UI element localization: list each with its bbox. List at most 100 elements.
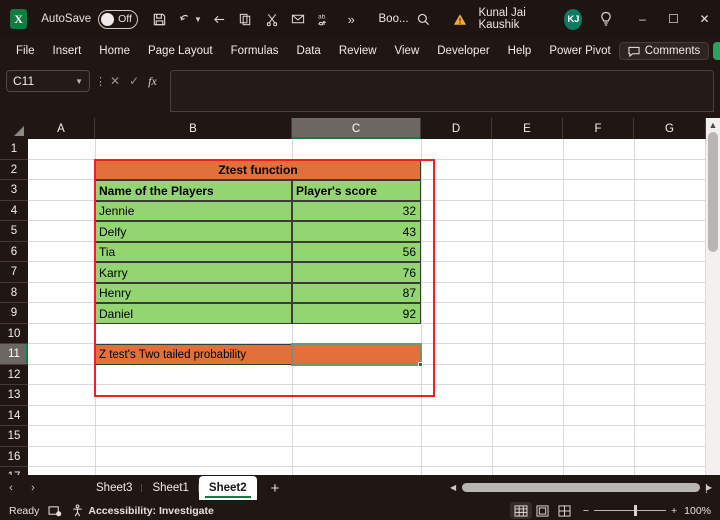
maximize-button[interactable]: ☐ [658, 0, 689, 38]
zoom-track[interactable] [594, 505, 666, 516]
column-header-B[interactable]: B [95, 118, 292, 139]
cell-header-name-of-players[interactable]: Name of the Players [95, 180, 292, 201]
cell-player-score-6[interactable]: 92 [292, 303, 421, 324]
row-header-11[interactable]: 11 [0, 344, 28, 365]
cell-result-value[interactable] [292, 344, 421, 365]
autosave-toggle[interactable]: Off [98, 9, 139, 29]
row-header-13[interactable]: 13 [0, 385, 28, 406]
sheet-canvas[interactable]: Ztest function Name of the Players Playe… [28, 139, 706, 475]
tab-page-layout[interactable]: Page Layout [140, 43, 221, 59]
macro-record-icon[interactable] [48, 505, 62, 517]
more-commands-icon[interactable]: » [340, 6, 362, 32]
row-header-3[interactable]: 3 [0, 180, 28, 201]
scroll-right-icon[interactable]: ▶ [706, 483, 712, 492]
copy-icon[interactable] [234, 6, 256, 32]
sheet-tab-sheet2[interactable]: Sheet2 [198, 476, 257, 500]
cancel-formula-icon[interactable]: ✕ [110, 74, 120, 88]
tab-data[interactable]: Data [289, 43, 329, 59]
next-sheet-icon[interactable]: › [22, 482, 44, 494]
sheet-tab-sheet3[interactable]: Sheet3 [86, 479, 143, 497]
tab-power-pivot[interactable]: Power Pivot [541, 43, 618, 59]
share-button[interactable]: ▼ [713, 42, 720, 60]
vertical-scroll-thumb[interactable] [708, 132, 718, 252]
cut-icon[interactable] [261, 6, 283, 32]
cell-player-name-6[interactable]: Daniel [95, 303, 292, 324]
cell-player-name-1[interactable]: Jennie [95, 201, 292, 221]
column-header-E[interactable]: E [492, 118, 563, 139]
row-header-7[interactable]: 7 [0, 262, 28, 283]
cell-player-name-4[interactable]: Karry [95, 262, 292, 283]
row-header-8[interactable]: 8 [0, 283, 28, 303]
scroll-left-icon[interactable]: ◀ [450, 483, 456, 492]
page-break-view-button[interactable] [554, 502, 576, 519]
column-header-A[interactable]: A [28, 118, 95, 139]
row-header-4[interactable]: 4 [0, 201, 28, 221]
tab-view[interactable]: View [387, 43, 428, 59]
row-header-14[interactable]: 14 [0, 406, 28, 426]
row-header-12[interactable]: 12 [0, 365, 28, 385]
insert-function-icon[interactable]: fx [148, 74, 157, 89]
comments-button[interactable]: Comments [618, 42, 710, 60]
name-box-chevron-down-icon[interactable]: ▼ [75, 77, 83, 86]
cell-header-players-score[interactable]: Player's score [292, 180, 421, 201]
user-name[interactable]: Kunal Jai Kaushik [478, 7, 557, 31]
close-button[interactable]: ✕ [689, 0, 720, 38]
name-box[interactable]: C11 ▼ [6, 70, 90, 92]
cell-player-name-3[interactable]: Tia [95, 242, 292, 262]
formula-input[interactable] [170, 70, 714, 112]
minimize-button[interactable]: – [627, 0, 658, 38]
tab-insert[interactable]: Insert [45, 43, 90, 59]
zoom-slider[interactable]: − + [583, 505, 677, 517]
row-header-1[interactable]: 1 [0, 139, 28, 160]
cell-player-score-1[interactable]: 32 [292, 201, 421, 221]
zoom-in-button[interactable]: + [671, 505, 677, 517]
tab-file[interactable]: File [8, 43, 43, 59]
accessibility-status[interactable]: Accessibility: Investigate [71, 504, 214, 517]
row-header-10[interactable]: 10 [0, 324, 28, 344]
horizontal-scroll-thumb[interactable] [462, 483, 700, 492]
row-header-2[interactable]: 2 [0, 160, 28, 180]
cell-player-score-5[interactable]: 87 [292, 283, 421, 303]
lightbulb-icon[interactable] [594, 6, 616, 32]
spelling-icon[interactable]: ab [314, 6, 336, 32]
back-arrow-icon[interactable] [208, 6, 230, 32]
cell-player-score-3[interactable]: 56 [292, 242, 421, 262]
row-header-16[interactable]: 16 [0, 447, 28, 467]
cell-player-score-2[interactable]: 43 [292, 221, 421, 242]
column-header-D[interactable]: D [421, 118, 492, 139]
scroll-up-icon[interactable]: ▲ [706, 120, 720, 130]
avatar[interactable]: KJ [564, 8, 583, 30]
fill-handle[interactable] [418, 362, 423, 367]
row-header-9[interactable]: 9 [0, 303, 28, 324]
cell-title-ztest-function[interactable]: Ztest function [95, 160, 421, 180]
column-header-C[interactable]: C [292, 118, 421, 139]
column-header-G[interactable]: G [634, 118, 706, 139]
formula-bar-options-icon[interactable]: ⋮ [95, 75, 106, 88]
tab-review[interactable]: Review [331, 43, 385, 59]
undo-chevron-down-icon[interactable]: ▼ [194, 15, 202, 24]
row-header-6[interactable]: 6 [0, 242, 28, 262]
tab-formulas[interactable]: Formulas [223, 43, 287, 59]
cell-player-score-4[interactable]: 76 [292, 262, 421, 283]
row-header-5[interactable]: 5 [0, 221, 28, 242]
cell-result-label[interactable]: Z test's Two tailed probability [95, 344, 292, 365]
tab-home[interactable]: Home [91, 43, 138, 59]
cell-player-name-5[interactable]: Henry [95, 283, 292, 303]
zoom-level[interactable]: 100% [684, 505, 711, 517]
page-layout-view-button[interactable] [532, 502, 554, 519]
format-painter-icon[interactable] [287, 6, 309, 32]
zoom-knob[interactable] [634, 505, 637, 516]
search-icon[interactable] [413, 6, 435, 32]
vertical-scrollbar[interactable]: ▲ [706, 118, 720, 475]
cell-player-name-2[interactable]: Delfy [95, 221, 292, 242]
select-all-button[interactable] [0, 118, 28, 139]
add-sheet-button[interactable]: + [257, 480, 294, 497]
warning-triangle-icon[interactable] [449, 6, 471, 32]
enter-formula-icon[interactable]: ✓ [129, 74, 139, 88]
tab-help[interactable]: Help [500, 43, 540, 59]
document-name[interactable]: Boo... [379, 13, 409, 25]
tab-developer[interactable]: Developer [429, 43, 497, 59]
sheet-tab-sheet1[interactable]: Sheet1 [142, 479, 200, 497]
previous-sheet-icon[interactable]: ‹ [0, 482, 22, 494]
row-header-17[interactable]: 17 [0, 467, 28, 475]
